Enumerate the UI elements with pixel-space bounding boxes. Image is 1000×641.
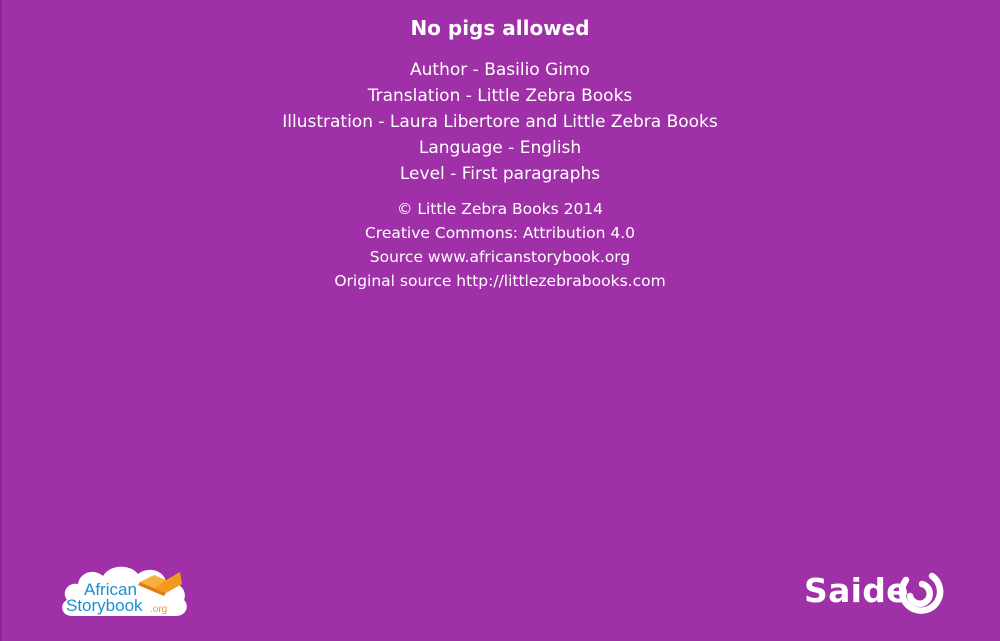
source-line: Source www.africanstorybook.org	[369, 248, 631, 266]
african-storybook-logo: African Storybook .org	[62, 566, 187, 616]
credits-block: Author - Basilio Gimo Translation - Litt…	[0, 57, 1000, 187]
saide-swirl-icon	[898, 572, 944, 614]
saide-logo: Saide	[804, 566, 944, 618]
credit-level: Level - First paragraphs	[399, 164, 601, 184]
credit-author: Author - Basilio Gimo	[410, 60, 590, 80]
book-title: No pigs allowed	[410, 16, 590, 40]
creative-commons-line: Creative Commons: Attribution 4.0	[364, 224, 636, 242]
credit-translation: Translation - Little Zebra Books	[367, 86, 633, 106]
original-source-line: Original source http://littlezebrabooks.…	[334, 272, 666, 290]
license-block: © Little Zebra Books 2014 Creative Commo…	[0, 197, 1000, 293]
saide-wordmark: Saide	[804, 571, 909, 610]
copyright-line: © Little Zebra Books 2014	[396, 200, 604, 218]
credit-illustration: Illustration - Laura Libertore and Littl…	[282, 112, 718, 132]
asb-wordmark-storybook: Storybook	[66, 596, 143, 615]
credit-language: Language - English	[418, 138, 582, 158]
asb-wordmark-org: .org	[150, 604, 167, 615]
